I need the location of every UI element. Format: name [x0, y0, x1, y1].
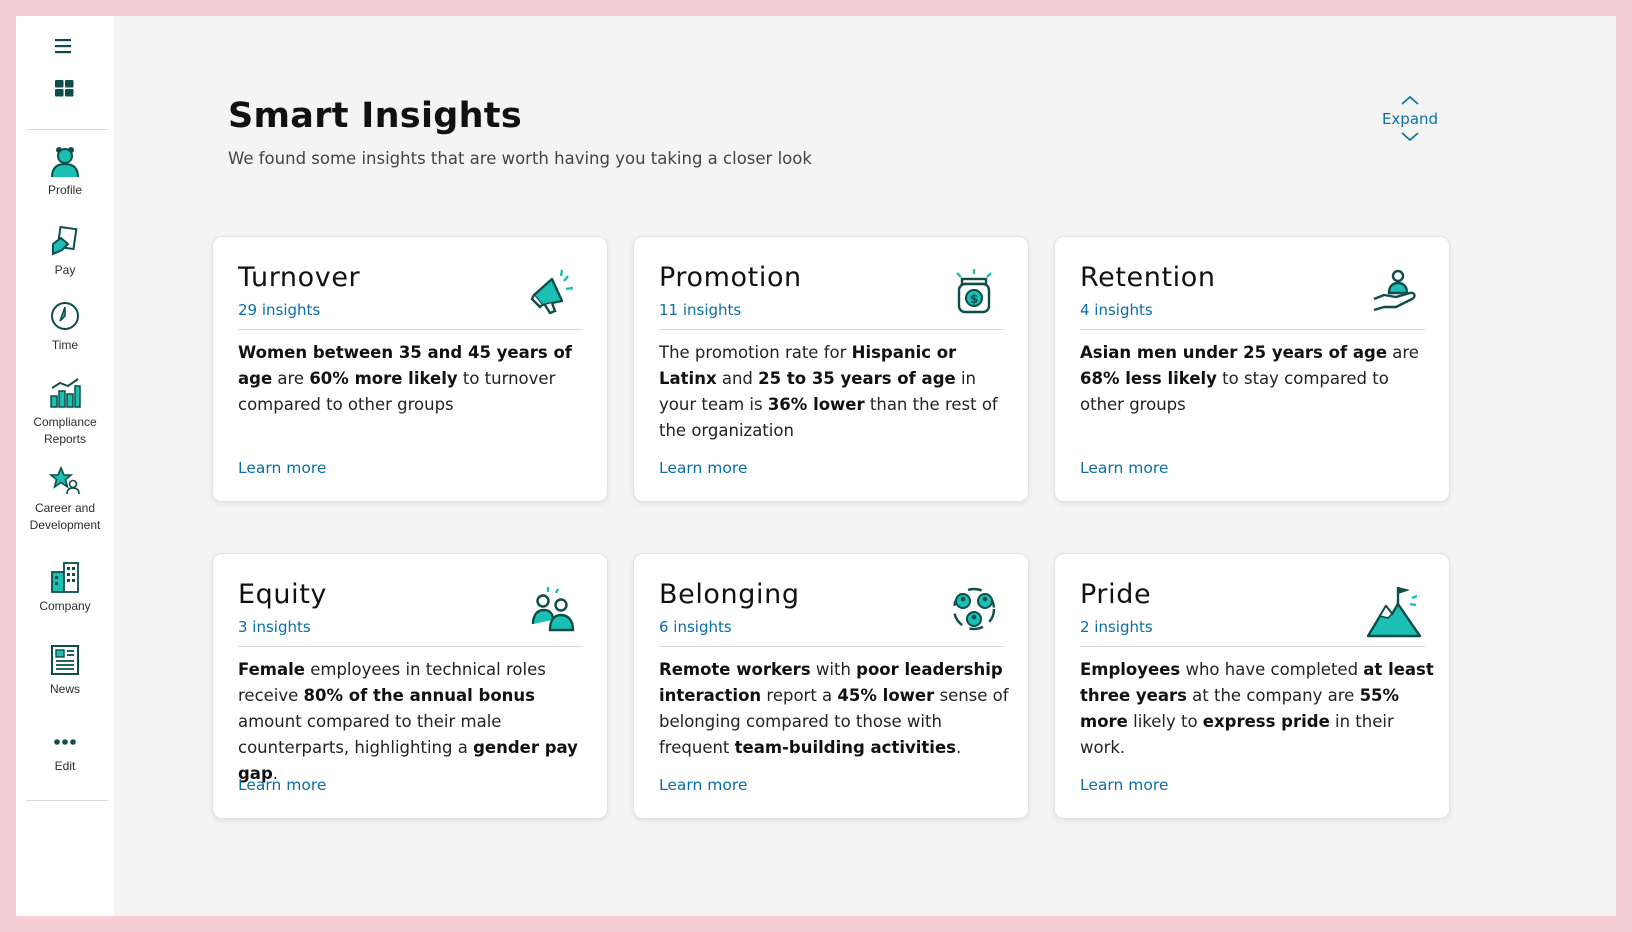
apps-grid-icon[interactable]	[53, 76, 77, 100]
learn-more-link[interactable]: Learn more	[238, 776, 326, 794]
two-people-icon	[531, 587, 575, 632]
expand-label: Expand	[1381, 110, 1439, 128]
card-body: Remote workers with poor leadership inte…	[659, 660, 1009, 757]
card-insight-count[interactable]: 6 insights	[659, 618, 732, 636]
mountain-flag-icon	[1366, 587, 1422, 638]
emphasis-text: Employees	[1080, 660, 1181, 679]
sidebar-item-news[interactable]: News	[16, 643, 114, 698]
sidebar-item-profile[interactable]: Profile	[16, 144, 114, 199]
learn-more-link[interactable]: Learn more	[1080, 459, 1168, 477]
emphasis-text: 80% of the annual bonus	[303, 686, 535, 705]
hamburger-menu-icon[interactable]	[53, 34, 77, 58]
sidebar-item-label: Career and Development	[29, 501, 101, 532]
sidebar-item-label: News	[49, 682, 80, 696]
emphasis-text: 60% more likely	[309, 369, 458, 388]
sidebar-item-edit[interactable]: Edit	[16, 730, 114, 775]
learn-more-link[interactable]: Learn more	[659, 776, 747, 794]
sidebar-item-label: Profile	[47, 183, 82, 197]
sidebar-item-label: Edit	[54, 759, 76, 773]
card-divider	[1080, 646, 1425, 647]
sidebar: Profile Pay Time Compliance Reports Care…	[16, 16, 114, 916]
card-body: Women between 35 and 45 years of age are…	[238, 343, 572, 414]
chevron-down-icon	[1401, 132, 1419, 142]
more-dots-icon	[54, 739, 76, 745]
card-title: Retention	[1080, 262, 1216, 293]
sidebar-item-label: Time	[51, 338, 79, 352]
sidebar-item-time[interactable]: Time	[16, 299, 114, 354]
sidebar-divider-bottom	[26, 800, 108, 801]
card-title: Belonging	[659, 579, 800, 610]
sidebar-item-label: Company	[39, 599, 91, 613]
card-divider	[238, 646, 583, 647]
money-jar-icon: $	[956, 269, 992, 314]
emphasis-text: 25 to 35 years of age	[758, 369, 956, 388]
card-divider	[238, 329, 583, 330]
newspaper-icon	[51, 645, 79, 675]
learn-more-link[interactable]: Learn more	[1080, 776, 1168, 794]
card-title: Turnover	[238, 262, 361, 293]
pay-icon	[52, 225, 78, 256]
main-content: Smart Insights We found some insights th…	[114, 16, 1616, 916]
building-icon	[51, 562, 79, 593]
group-circle-icon	[952, 587, 996, 631]
star-person-icon	[48, 466, 80, 495]
emphasis-text: Asian men under 25 years of age	[1080, 343, 1388, 362]
sidebar-item-pay[interactable]: Pay	[16, 224, 114, 279]
emphasis-text: express pride	[1202, 712, 1330, 731]
insight-card-retention: Retention 4 insights Asian men under 25 …	[1054, 236, 1450, 502]
emphasis-text: team-building activities	[734, 738, 956, 757]
person-icon	[51, 147, 79, 178]
card-insight-count[interactable]: 4 insights	[1080, 301, 1153, 319]
card-insight-count[interactable]: 2 insights	[1080, 618, 1153, 636]
expand-button[interactable]: Expand	[1370, 94, 1450, 143]
card-insight-count[interactable]: 3 insights	[238, 618, 311, 636]
insight-card-belonging: Belonging 6 insights Remote workers with…	[633, 553, 1029, 819]
card-title: Pride	[1080, 579, 1152, 610]
chevron-up-icon	[1401, 95, 1419, 105]
emphasis-text: 36% lower	[767, 395, 865, 414]
insight-card-pride: Pride 2 insights Employees who have comp…	[1054, 553, 1450, 819]
sidebar-item-label: Pay	[54, 263, 76, 277]
card-body: Asian men under 25 years of age are 68% …	[1080, 343, 1419, 414]
insight-card-equity: Equity 3 insights Female employees in te…	[212, 553, 608, 819]
emphasis-text: 45% lower	[837, 686, 935, 705]
sidebar-item-career-and-development[interactable]: Career and Development	[16, 466, 114, 534]
bar-chart-icon	[50, 378, 81, 408]
emphasis-text: Female	[238, 660, 305, 679]
svg-text:$: $	[970, 292, 978, 306]
card-body: The promotion rate for Hispanic or Latin…	[659, 343, 998, 440]
emphasis-text: Remote workers	[659, 660, 811, 679]
card-title: Equity	[238, 579, 327, 610]
card-insight-count[interactable]: 11 insights	[659, 301, 741, 319]
learn-more-link[interactable]: Learn more	[238, 459, 326, 477]
page-title: Smart Insights	[228, 96, 522, 136]
card-body: Female employees in technical roles rece…	[238, 660, 578, 783]
hand-person-icon	[1373, 269, 1416, 312]
page-subtitle: We found some insights that are worth ha…	[228, 149, 812, 168]
app-frame: Profile Pay Time Compliance Reports Care…	[16, 16, 1616, 916]
card-title: Promotion	[659, 262, 802, 293]
sidebar-item-label: Compliance Reports	[33, 415, 97, 446]
clock-icon	[51, 302, 79, 330]
card-divider	[659, 329, 1004, 330]
card-divider	[659, 646, 1004, 647]
sidebar-item-company[interactable]: Company	[16, 560, 114, 615]
card-divider	[1080, 329, 1425, 330]
sidebar-divider-top	[26, 129, 108, 130]
sidebar-item-compliance-reports[interactable]: Compliance Reports	[16, 376, 114, 448]
card-insight-count[interactable]: 29 insights	[238, 301, 320, 319]
emphasis-text: 68% less likely	[1080, 369, 1217, 388]
card-body: Employees who have completed at least th…	[1080, 660, 1434, 757]
insight-card-turnover: Turnover 29 insights Women between 35 an…	[212, 236, 608, 502]
learn-more-link[interactable]: Learn more	[659, 459, 747, 477]
insight-card-promotion: Promotion 11 insights $ The promotion ra…	[633, 236, 1029, 502]
megaphone-icon	[530, 269, 574, 315]
